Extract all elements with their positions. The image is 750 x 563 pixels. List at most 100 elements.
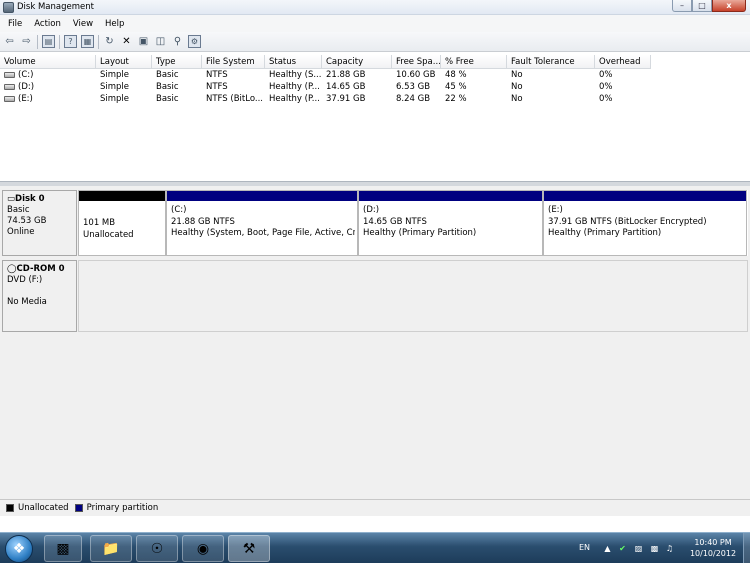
cell-layout: Simple bbox=[100, 94, 130, 104]
cell-capacity: 21.88 GB bbox=[326, 70, 366, 80]
disk-0-partitions: 101 MB Unallocated (C:) 21.88 GB NTFS He… bbox=[78, 190, 748, 256]
cell-filesystem: NTFS bbox=[206, 70, 228, 80]
show-desktop-icon[interactable]: ▩ bbox=[44, 535, 82, 562]
column-header[interactable]: File System bbox=[202, 55, 265, 69]
cdrom-0-label[interactable]: ◯CD-ROM 0 DVD (F:) No Media bbox=[2, 260, 77, 332]
maximize-button[interactable]: □ bbox=[692, 0, 712, 12]
partition-c[interactable]: (C:) 21.88 GB NTFS Healthy (System, Boot… bbox=[166, 190, 358, 256]
cell-type: Basic bbox=[156, 94, 179, 104]
title-bar: Disk Management – □ x bbox=[0, 0, 750, 15]
disk-icon[interactable]: ▣ bbox=[137, 35, 150, 48]
partition-desc: Healthy (Primary Partition) bbox=[548, 228, 662, 238]
partition-size: 21.88 GB NTFS bbox=[171, 216, 235, 227]
open-icon[interactable]: ◫ bbox=[154, 35, 167, 48]
console-tree-icon[interactable]: ▤ bbox=[42, 35, 55, 48]
close-button[interactable]: x bbox=[712, 0, 746, 12]
action-center-icon[interactable]: ✔ bbox=[618, 544, 627, 553]
disk-status: No Media bbox=[7, 297, 47, 307]
start-button[interactable]: ❖ bbox=[5, 535, 33, 563]
menu-bar: File Action View Help bbox=[0, 15, 750, 32]
partition-desc: Healthy (Primary Partition) bbox=[363, 228, 477, 238]
column-header[interactable]: Type bbox=[152, 55, 202, 69]
column-header[interactable]: Fault Tolerance bbox=[507, 55, 595, 69]
clock-date: 10/10/2012 bbox=[689, 549, 737, 558]
cell-free-space: 8.24 GB bbox=[396, 94, 431, 104]
cell-fault-tolerance: No bbox=[511, 70, 523, 80]
partition-size: 37.91 GB NTFS (BitLocker Encrypted) bbox=[548, 216, 707, 227]
clock-time: 10:40 PM bbox=[694, 538, 732, 547]
legend-label: Unallocated bbox=[18, 503, 69, 513]
forward-icon[interactable]: ⇨ bbox=[20, 35, 33, 48]
partition-label: (D:) bbox=[363, 205, 380, 215]
legend: Unallocated Primary partition bbox=[0, 499, 750, 516]
cdrom-icon: ◯ bbox=[7, 264, 17, 274]
partition-bar bbox=[359, 191, 542, 201]
volume-icon[interactable]: ♫ bbox=[665, 544, 674, 553]
partition-e[interactable]: (E:) 37.91 GB NTFS (BitLocker Encrypted)… bbox=[543, 190, 747, 256]
toolbar-separator bbox=[59, 34, 60, 49]
disk-name: CD-ROM 0 bbox=[16, 264, 65, 274]
partition-d[interactable]: (D:) 14.65 GB NTFS Healthy (Primary Part… bbox=[358, 190, 543, 256]
disk-type: DVD (F:) bbox=[7, 275, 43, 285]
toolbar-separator bbox=[37, 34, 38, 49]
properties-icon[interactable]: ▦ bbox=[81, 35, 94, 48]
partition-bar bbox=[544, 191, 746, 201]
legend-swatch-primary bbox=[74, 504, 83, 512]
column-header[interactable]: Volume bbox=[0, 55, 96, 69]
disk-0-label[interactable]: ▭Disk 0 Basic 74.53 GB Online bbox=[2, 190, 77, 256]
legend-swatch-unallocated bbox=[6, 504, 14, 512]
menu-help[interactable]: Help bbox=[99, 19, 130, 29]
column-header[interactable]: Layout bbox=[96, 55, 152, 69]
cell-volume: (C:) bbox=[18, 70, 34, 80]
cell-fault-tolerance: No bbox=[511, 94, 523, 104]
minimize-button[interactable]: – bbox=[672, 0, 692, 12]
cell-filesystem: NTFS (BitLo... bbox=[206, 94, 263, 104]
toolbar: ⇦ ⇨ ▤ ? ▦ ↻ ✕ ▣ ◫ ⚲ ⚙ bbox=[0, 32, 750, 52]
window-title: Disk Management bbox=[17, 2, 94, 12]
language-indicator[interactable]: EN bbox=[579, 543, 590, 552]
partition-size: 101 MB bbox=[83, 218, 116, 228]
disk-spacer bbox=[7, 286, 72, 297]
taskbar: ❖ ▩ 📁 ☉ ◉ ⚒ EN ▲ ✔ ▨ ▩ ♫ 10:40 PM 10/10/… bbox=[0, 532, 750, 563]
menu-action[interactable]: Action bbox=[28, 19, 67, 29]
disk-size: 74.53 GB bbox=[7, 216, 47, 226]
menu-file[interactable]: File bbox=[2, 19, 28, 29]
cell-status: Healthy (P... bbox=[269, 94, 320, 104]
graphical-view: ▭Disk 0 Basic 74.53 GB Online 101 MB Una… bbox=[0, 186, 750, 499]
network-icon[interactable]: ▩ bbox=[650, 544, 659, 553]
internet-explorer-icon[interactable]: ☉ bbox=[136, 535, 178, 562]
menu-view[interactable]: View bbox=[67, 19, 99, 29]
explorer-icon[interactable]: 📁 bbox=[90, 535, 132, 562]
cell-overhead: 0% bbox=[599, 70, 613, 80]
cell-overhead: 0% bbox=[599, 82, 613, 92]
column-header[interactable]: % Free bbox=[441, 55, 507, 69]
show-hidden-icons-icon[interactable]: ▲ bbox=[603, 544, 612, 553]
toolbox-icon[interactable]: ⚒ bbox=[228, 535, 270, 562]
toolbar-separator bbox=[98, 34, 99, 49]
cell-layout: Simple bbox=[100, 70, 130, 80]
cell-percent-free: 45 % bbox=[445, 82, 467, 92]
help-icon[interactable]: ? bbox=[64, 35, 77, 48]
cell-volume: (E:) bbox=[18, 94, 33, 104]
firefox-icon[interactable]: ◉ bbox=[182, 535, 224, 562]
delete-icon[interactable]: ✕ bbox=[120, 35, 133, 48]
column-header[interactable]: Capacity bbox=[322, 55, 392, 69]
partition-desc: Healthy (System, Boot, Page File, Active… bbox=[171, 228, 355, 238]
cell-layout: Simple bbox=[100, 82, 130, 92]
cell-filesystem: NTFS bbox=[206, 82, 228, 92]
clock[interactable]: 10:40 PM 10/10/2012 bbox=[688, 537, 738, 559]
volume-list: Volume Layout Type File System Status Ca… bbox=[0, 55, 750, 182]
back-icon[interactable]: ⇦ bbox=[3, 35, 16, 48]
column-header[interactable]: Status bbox=[265, 55, 322, 69]
partition-label: (E:) bbox=[548, 205, 563, 215]
disk-name: Disk 0 bbox=[15, 194, 45, 204]
safely-remove-icon[interactable]: ▨ bbox=[634, 544, 643, 553]
settings-icon[interactable]: ⚙ bbox=[188, 35, 201, 48]
column-header[interactable]: Overhead bbox=[595, 55, 651, 69]
show-desktop-button[interactable] bbox=[743, 533, 750, 563]
refresh-icon[interactable]: ↻ bbox=[103, 35, 116, 48]
column-header[interactable]: Free Spa... bbox=[392, 55, 441, 69]
partition-unallocated[interactable]: 101 MB Unallocated bbox=[78, 190, 166, 256]
partition-label: (C:) bbox=[171, 205, 187, 215]
search-icon[interactable]: ⚲ bbox=[171, 35, 184, 48]
